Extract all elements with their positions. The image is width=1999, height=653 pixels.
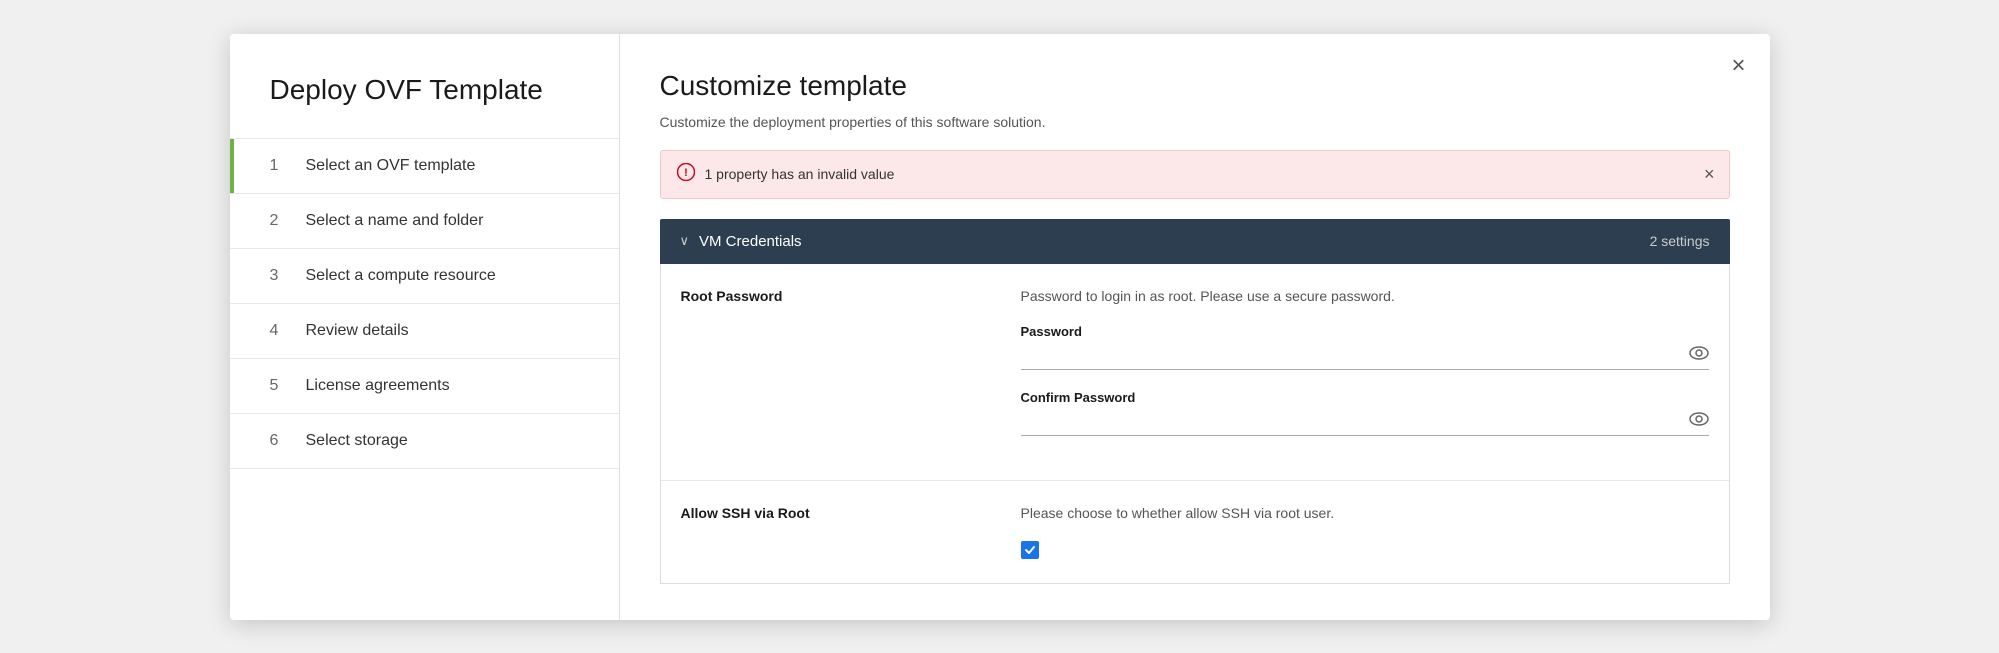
sidebar-step-5[interactable]: 5 License agreements — [230, 358, 619, 413]
password-input[interactable] — [1021, 345, 1681, 365]
allow-ssh-label: Allow SSH via Root — [681, 505, 810, 521]
sidebar-step-1[interactable]: 1 Select an OVF template — [230, 138, 619, 193]
error-banner: ! 1 property has an invalid value × — [660, 150, 1730, 199]
password-label: Password — [1021, 324, 1709, 339]
step-label-5: License agreements — [306, 377, 450, 395]
main-content: × Customize template Customize the deplo… — [620, 34, 1770, 620]
step-label-6: Select storage — [306, 432, 408, 450]
content-title: Customize template — [660, 70, 1730, 102]
allow-ssh-row: Allow SSH via Root Please choose to whet… — [661, 481, 1729, 583]
section-count: 2 settings — [1650, 233, 1710, 249]
allow-ssh-checkbox-wrap — [1021, 541, 1709, 559]
sidebar-steps: 1 Select an OVF template 2 Select a name… — [230, 138, 619, 469]
confirm-password-label: Confirm Password — [1021, 390, 1709, 405]
deploy-ovf-dialog: Deploy OVF Template 1 Select an OVF temp… — [230, 34, 1770, 620]
password-eye-icon[interactable] — [1689, 345, 1709, 365]
allow-ssh-label-col: Allow SSH via Root — [681, 505, 1021, 559]
step-label-2: Select a name and folder — [306, 212, 484, 230]
root-password-description: Password to login in as root. Please use… — [1021, 288, 1709, 304]
close-dialog-button[interactable]: × — [1731, 54, 1745, 78]
root-password-row: Root Password Password to login in as ro… — [661, 264, 1729, 481]
error-banner-close-button[interactable]: × — [1704, 165, 1715, 183]
content-subtitle: Customize the deployment properties of t… — [660, 114, 1730, 130]
step-num-4: 4 — [270, 322, 292, 340]
step-label-1: Select an OVF template — [306, 157, 476, 175]
confirm-password-input[interactable] — [1021, 411, 1681, 431]
error-circle-icon: ! — [677, 163, 695, 186]
sidebar-title: Deploy OVF Template — [230, 74, 619, 138]
vm-credentials-section: ∨ VM Credentials 2 settings Root Passwor… — [660, 219, 1730, 584]
chevron-down-icon: ∨ — [680, 233, 690, 249]
section-header[interactable]: ∨ VM Credentials 2 settings — [660, 219, 1730, 264]
allow-ssh-checkbox[interactable] — [1021, 541, 1039, 559]
allow-ssh-content: Please choose to whether allow SSH via r… — [1021, 505, 1709, 559]
root-password-label: Root Password — [681, 288, 783, 304]
sidebar: Deploy OVF Template 1 Select an OVF temp… — [230, 34, 620, 620]
section-title: VM Credentials — [699, 233, 1650, 250]
sidebar-step-4[interactable]: 4 Review details — [230, 303, 619, 358]
root-password-label-col: Root Password — [681, 288, 1021, 456]
sidebar-step-6[interactable]: 6 Select storage — [230, 413, 619, 469]
confirm-password-input-wrap — [1021, 411, 1709, 436]
password-field-group: Password — [1021, 324, 1709, 370]
step-num-5: 5 — [270, 377, 292, 395]
step-label-3: Select a compute resource — [306, 267, 496, 285]
step-num-1: 1 — [270, 157, 292, 175]
sidebar-step-3[interactable]: 3 Select a compute resource — [230, 248, 619, 303]
password-input-wrap — [1021, 345, 1709, 370]
confirm-password-field-group: Confirm Password — [1021, 390, 1709, 436]
step-label-4: Review details — [306, 322, 409, 340]
root-password-content: Password to login in as root. Please use… — [1021, 288, 1709, 456]
confirm-password-eye-icon[interactable] — [1689, 411, 1709, 431]
step-num-3: 3 — [270, 267, 292, 285]
sidebar-step-2[interactable]: 2 Select a name and folder — [230, 193, 619, 248]
step-num-6: 6 — [270, 432, 292, 450]
step-num-2: 2 — [270, 212, 292, 230]
allow-ssh-description: Please choose to whether allow SSH via r… — [1021, 505, 1709, 521]
svg-text:!: ! — [684, 167, 688, 179]
error-banner-text: 1 property has an invalid value — [705, 166, 1713, 182]
section-body: Root Password Password to login in as ro… — [660, 264, 1730, 584]
